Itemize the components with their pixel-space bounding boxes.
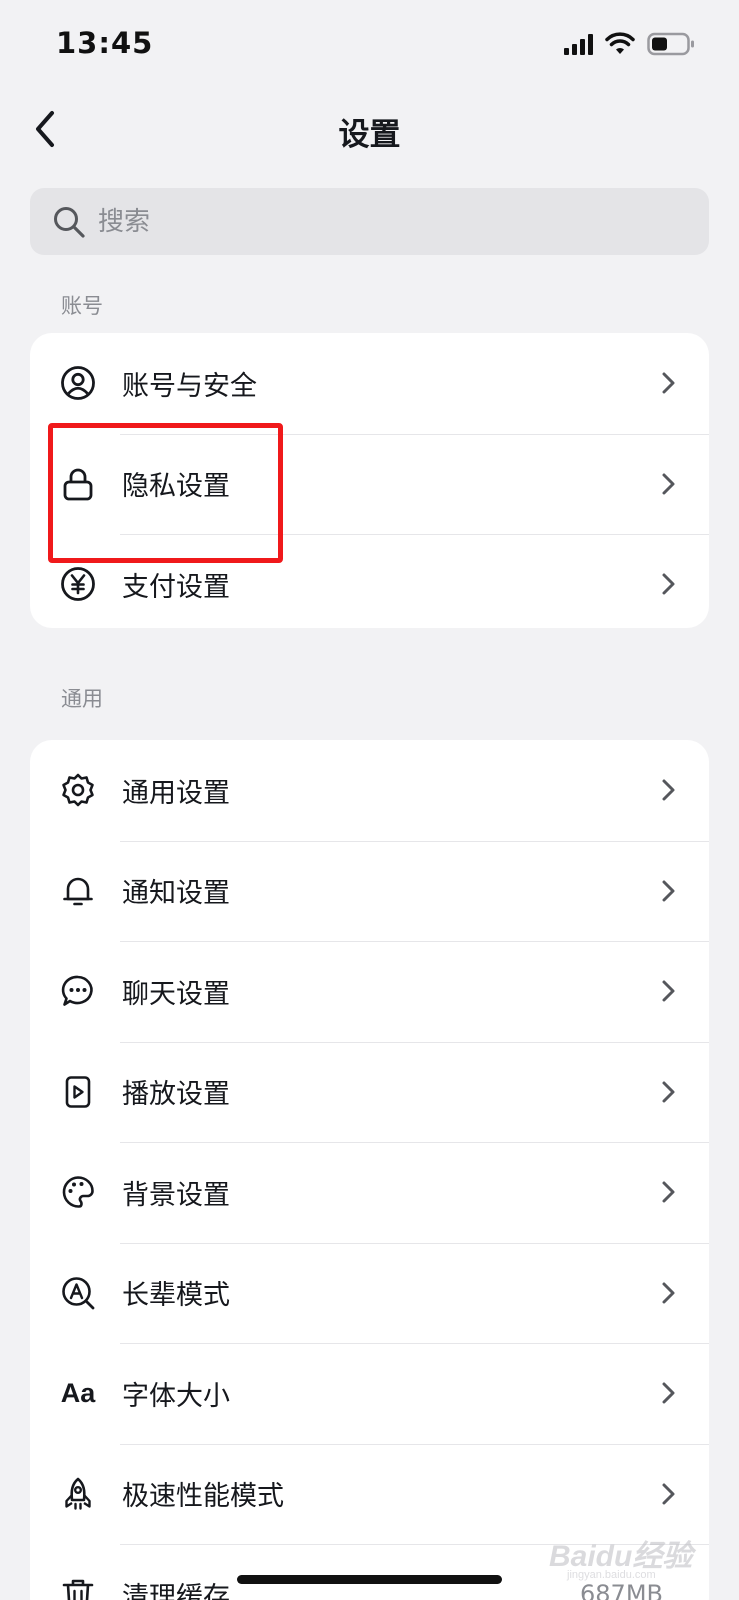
row-label: 字体大小 <box>122 1380 230 1412</box>
trash-icon <box>58 1574 98 1600</box>
row-playback-settings[interactable]: 播放设置 <box>30 1041 709 1143</box>
chevron-right-icon <box>662 880 675 902</box>
settings-screen: 13:45 设置 账号 <box>0 0 739 1600</box>
chevron-right-icon <box>662 980 675 1002</box>
search-bar[interactable] <box>30 188 709 255</box>
status-time: 13:45 <box>56 26 154 60</box>
bell-icon <box>58 871 98 911</box>
chevron-right-icon <box>662 779 675 801</box>
row-elder-mode[interactable]: 长辈模式 <box>30 1242 709 1344</box>
watermark: Baidu经验 jingyan.baidu.com <box>549 1525 699 1585</box>
watermark-subtext: jingyan.baidu.com <box>567 1569 656 1581</box>
font-size-icon: Aa <box>58 1373 98 1413</box>
elder-mode-icon <box>58 1273 98 1313</box>
wifi-icon <box>605 32 635 54</box>
row-label: 清理缓存 <box>122 1581 230 1600</box>
section-header-account: 账号 <box>61 294 103 318</box>
gear-icon <box>58 770 98 810</box>
chevron-right-icon <box>662 1483 675 1505</box>
row-label: 聊天设置 <box>122 978 230 1010</box>
row-label: 长辈模式 <box>122 1280 230 1312</box>
home-indicator[interactable] <box>237 1575 502 1584</box>
rocket-icon <box>58 1474 98 1514</box>
row-label: 账号与安全 <box>122 370 257 402</box>
row-label: 支付设置 <box>122 571 230 603</box>
row-label: 背景设置 <box>122 1179 230 1211</box>
row-label: 隐私设置 <box>122 471 230 503</box>
row-label: 通知设置 <box>122 878 230 910</box>
chevron-right-icon <box>662 1081 675 1103</box>
general-card: 通用设置 通知设置 聊天设置 播放设置 背景设置 长辈模式 Aa 字体大小 极速… <box>30 740 709 1600</box>
row-general-settings[interactable]: 通用设置 <box>30 740 709 841</box>
nav-bar: 设置 <box>0 95 739 165</box>
lock-icon <box>58 464 98 504</box>
cellular-signal-icon <box>564 33 593 55</box>
chevron-right-icon <box>662 372 675 394</box>
user-circle-icon <box>58 363 98 403</box>
font-size-glyph: Aa <box>60 1377 96 1408</box>
row-chat-settings[interactable]: 聊天设置 <box>30 941 709 1042</box>
search-input[interactable] <box>98 206 658 237</box>
account-card: 账号与安全 隐私设置 支付设置 <box>30 333 709 628</box>
status-icons <box>564 32 695 56</box>
chevron-right-icon <box>662 473 675 495</box>
yen-circle-icon <box>58 564 98 604</box>
row-label: 播放设置 <box>122 1079 230 1111</box>
chevron-right-icon <box>662 1181 675 1203</box>
row-font-size[interactable]: Aa 字体大小 <box>30 1343 709 1444</box>
section-header-general: 通用 <box>61 687 103 711</box>
search-icon <box>54 206 85 238</box>
row-label: 极速性能模式 <box>122 1481 284 1513</box>
page-title: 设置 <box>338 117 401 153</box>
row-label: 通用设置 <box>122 777 230 809</box>
row-privacy-settings[interactable]: 隐私设置 <box>30 433 709 535</box>
row-payment-settings[interactable]: 支付设置 <box>30 534 709 628</box>
play-icon <box>58 1072 98 1112</box>
chevron-right-icon <box>662 1282 675 1304</box>
chat-bubble-icon <box>58 971 98 1011</box>
battery-icon <box>647 32 694 56</box>
status-bar: 13:45 <box>0 0 739 90</box>
row-account-security[interactable]: 账号与安全 <box>30 333 709 434</box>
chevron-right-icon <box>662 573 675 595</box>
chevron-right-icon <box>662 1382 675 1404</box>
palette-icon <box>58 1172 98 1212</box>
row-background-settings[interactable]: 背景设置 <box>30 1142 709 1243</box>
row-notification-settings[interactable]: 通知设置 <box>30 840 709 942</box>
